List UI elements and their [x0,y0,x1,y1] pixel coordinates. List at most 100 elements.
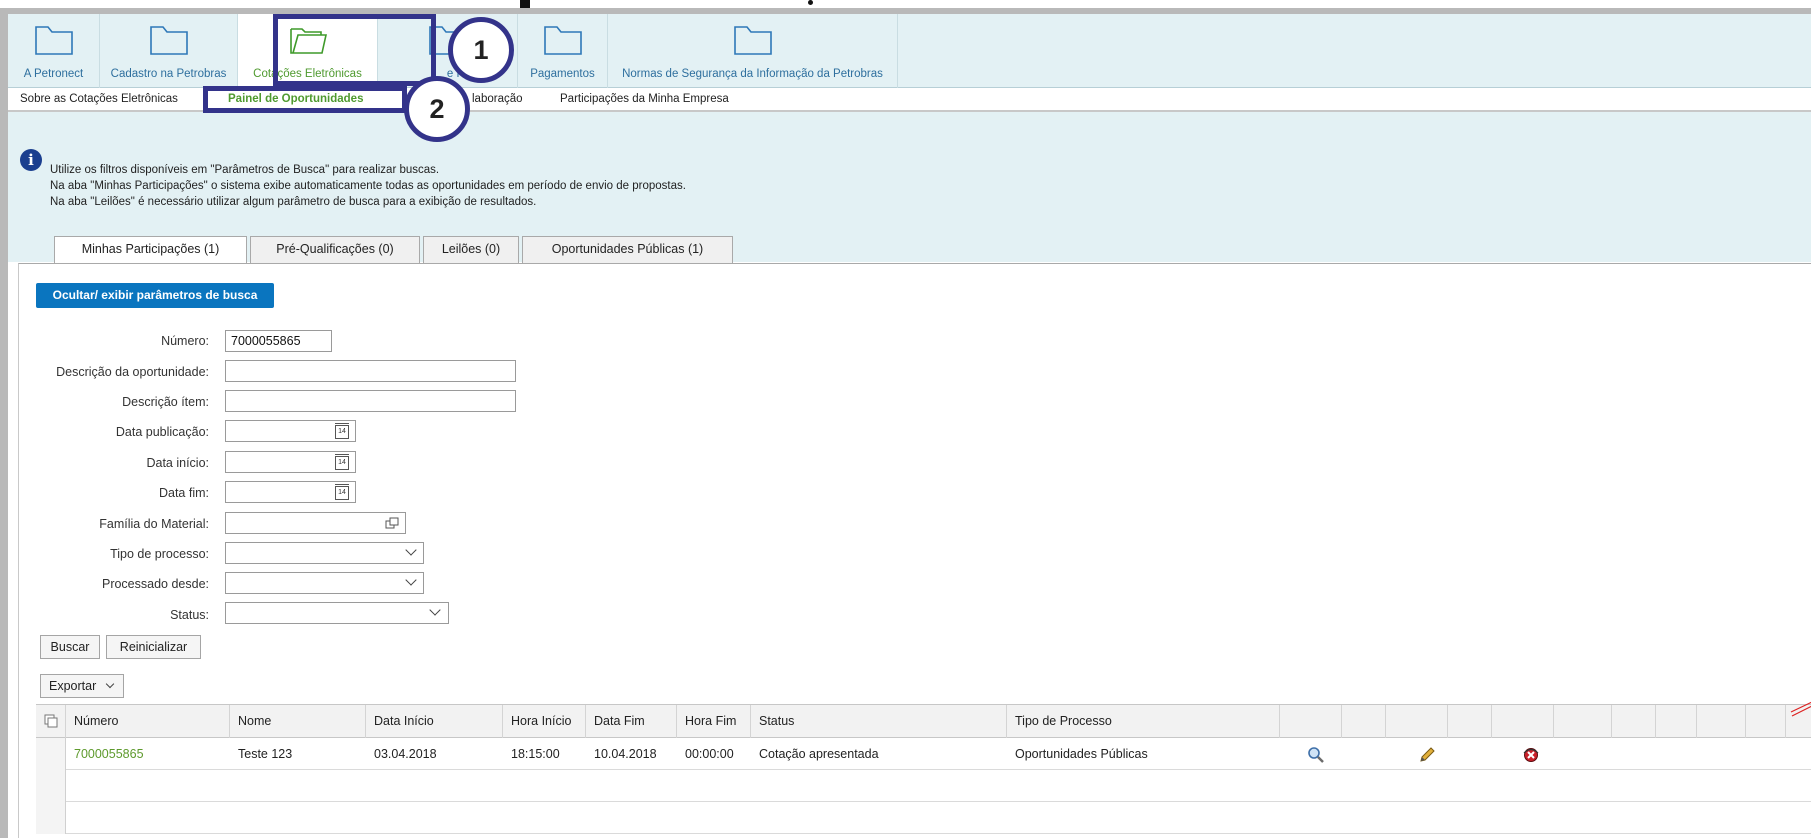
numero-label: Número: [161,334,209,348]
reinicializar-button[interactable]: Reinicializar [106,635,201,659]
value-help-icon[interactable] [385,517,399,529]
select-all-icon[interactable] [36,705,66,738]
row-tipo-processo: Oportunidades Públicas [1015,747,1148,761]
info-text-line: Utilize os filtros disponíveis em "Parâm… [50,164,440,176]
column-header-nome[interactable]: Nome [230,705,366,738]
nav-item-label: Pagamentos [530,68,595,80]
nav-item-cotacoes-eletronicas[interactable]: Cotações Eletrônicas [238,14,378,88]
tab-minhas-participacoes[interactable]: Minhas Participações (1) [54,236,247,264]
column-header-numero[interactable]: Número [66,705,230,738]
cropped-comma-fragment [808,0,813,5]
column-header-empty [1656,705,1697,738]
magnifier-icon[interactable] [1307,746,1325,764]
column-header-status[interactable]: Status [751,705,1007,738]
column-header-tipo-processo[interactable]: Tipo de Processo [1007,705,1280,738]
descricao-oportunidade-label: Descrição da oportunidade: [56,365,209,379]
subnav-item-sobre-cotacoes[interactable]: Sobre as Cotações Eletrônicas [20,93,178,105]
nav-item-pagamentos[interactable]: Pagamentos [518,14,608,88]
row-selector [36,802,66,834]
top-cropped-strip [0,0,1811,8]
row-hora-fim: 00:00:00 [685,747,734,761]
buscar-button[interactable]: Buscar [40,635,100,659]
column-header-hora-fim[interactable]: Hora Fim [677,705,751,738]
chevron-down-icon [105,679,115,689]
tab-oportunidades-publicas[interactable]: Oportunidades Públicas (1) [522,236,733,263]
folder-icon [543,26,582,55]
column-header-empty [1280,705,1342,738]
subnav-item-elaboracao[interactable]: laboração [472,93,523,105]
column-header-empty [1386,705,1448,738]
annotation-badge-step-1: 1 [448,17,514,83]
nav-item-normas-seguranca[interactable]: Normas de Segurança da Informação da Pet… [608,14,898,88]
column-header-empty [1612,705,1656,738]
data-publicacao-label: Data publicação: [115,425,209,439]
row-data-fim: 10.04.2018 [594,747,657,761]
folder-icon [149,26,188,55]
tipo-processo-select[interactable] [225,542,424,564]
row-hora-inicio: 18:15:00 [511,747,560,761]
table-row[interactable]: 7000055865 Teste 123 03.04.2018 18:15:00… [36,738,1811,770]
nav-item-label: A Petronect [23,68,84,80]
column-header-empty [1342,705,1386,738]
row-numero-link[interactable]: 7000055865 [66,738,144,770]
familia-material-input[interactable] [225,512,406,534]
red-pen-mark [1790,701,1811,717]
row-data-inicio: 03.04.2018 [374,747,437,761]
descricao-item-label: Descrição ítem: [122,395,209,409]
processado-desde-select[interactable] [225,572,424,594]
table-header: Número Nome Data Início Hora Início Data… [36,705,1811,738]
nav-item-cadastro-petrobras[interactable]: Cadastro na Petrobras [100,14,238,88]
data-fim-label: Data fim: [158,486,209,500]
row-selector[interactable] [36,738,66,770]
row-selector [36,770,66,802]
calendar-icon[interactable]: 14 [335,484,349,500]
tipo-processo-label: Tipo de processo: [110,547,209,561]
column-header-empty [1554,705,1612,738]
table-row-empty [36,802,1811,834]
column-header-data-fim[interactable]: Data Fim [586,705,677,738]
info-icon: i [20,149,42,171]
info-text-line: Na aba "Minhas Participações" o sistema … [50,180,686,192]
cropped-text-area [455,0,835,8]
exportar-label: Exportar [49,679,97,693]
folder-icon [34,26,73,55]
descricao-oportunidade-input[interactable] [225,360,516,382]
descricao-item-input[interactable] [225,390,516,412]
column-header-empty [1746,705,1786,738]
open-folder-icon [289,28,327,54]
pencil-icon[interactable] [1418,746,1436,764]
tab-leiloes[interactable]: Leilões (0) [423,236,519,263]
exportar-button[interactable]: Exportar [40,674,124,698]
nav-item-label: Cadastro na Petrobras [110,68,227,80]
subnav-item-participacoes-empresa[interactable]: Participações da Minha Empresa [560,93,729,105]
column-header-hora-inicio[interactable]: Hora Início [503,705,586,738]
tab-pre-qualificacoes[interactable]: Pré-Qualificações (0) [250,236,420,263]
results-table: Número Nome Data Início Hora Início Data… [36,704,1811,838]
subnav-item-painel-oportunidades[interactable]: Painel de Oportunidades [228,93,363,105]
annotation-badge-step-2: 2 [404,76,470,142]
nav-item-label: Normas de Segurança da Informação da Pet… [622,68,883,80]
column-header-empty [1492,705,1554,738]
top-navigation: A Petronect Cadastro na Petrobras Cotaçõ… [8,14,1811,88]
nav-item-label: Cotações Eletrônicas [253,68,362,80]
processado-desde-label: Processado desde: [101,577,209,591]
calendar-icon[interactable]: 14 [335,423,349,439]
nav-item-a-petronect[interactable]: A Petronect [8,14,100,88]
calendar-icon[interactable]: 14 [335,454,349,470]
numero-input[interactable]: 7000055865 [225,330,332,352]
cropped-letter-fragment [520,0,530,8]
table-row-empty [36,770,1811,802]
column-header-empty [1448,705,1492,738]
column-header-empty [1697,705,1746,738]
row-nome: Teste 123 [238,747,293,761]
status-label: Status: [170,608,209,622]
folder-icon [733,26,772,55]
toggle-search-parameters-button[interactable]: Ocultar/ exibir parâmetros de busca [36,283,274,308]
row-status: Cotação apresentada [759,747,879,761]
familia-material-label: Família do Material: [99,517,209,531]
info-text-line: Na aba "Leilões" é necessário utilizar a… [50,196,537,208]
delete-icon[interactable] [1522,746,1540,764]
column-header-data-inicio[interactable]: Data Início [366,705,503,738]
data-inicio-label: Data início: [146,456,209,470]
status-select[interactable] [225,602,449,624]
